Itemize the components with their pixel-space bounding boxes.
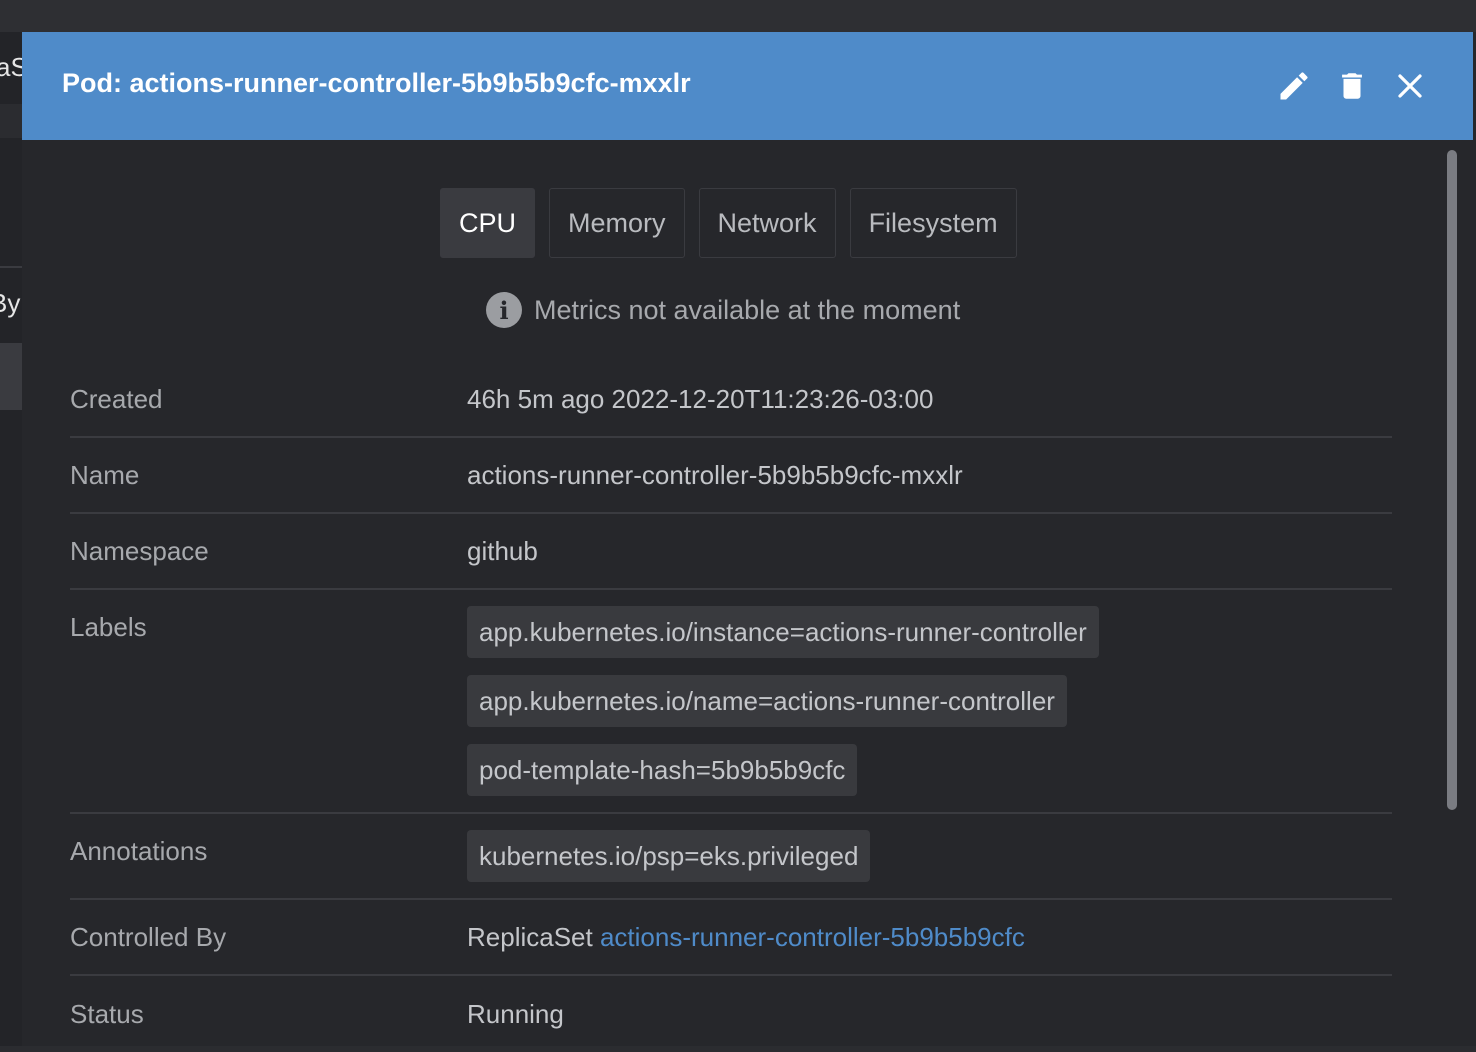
tab-network[interactable]: Network — [698, 188, 836, 258]
labels-key: Labels — [70, 612, 147, 642]
delete-button[interactable] — [1330, 64, 1374, 108]
row-status: Status Running — [70, 976, 1392, 1052]
metrics-tabs: CPU Memory Network Filesystem — [440, 188, 1017, 258]
drawer-title: Pod: actions-runner-controller-5b9b5b9cf… — [62, 68, 691, 98]
close-icon — [1398, 74, 1422, 98]
annotations-key: Annotations — [70, 836, 208, 866]
labels-list: app.kubernetes.io/instance=actions-runne… — [467, 606, 1392, 796]
scrollbar-thumb[interactable] — [1447, 150, 1457, 810]
controller-kind: ReplicaSet — [467, 922, 593, 952]
info-icon: i — [486, 292, 522, 328]
tab-cpu[interactable]: CPU — [440, 188, 536, 258]
row-created: Created 46h 5m ago 2022-12-20T11:23:26-0… — [70, 362, 1392, 438]
label-chip: app.kubernetes.io/instance=actions-runne… — [467, 606, 1099, 658]
tab-memory[interactable]: Memory — [549, 188, 685, 258]
background-selected-row — [0, 343, 22, 410]
trash-icon — [1342, 73, 1362, 99]
metrics-notice-text: Metrics not available at the moment — [534, 294, 961, 325]
name-value: actions-runner-controller-5b9b5b9cfc-mxx… — [467, 460, 963, 490]
namespace-value: github — [467, 536, 538, 566]
annotation-chip: kubernetes.io/psp=eks.privileged — [467, 830, 871, 882]
background-text-fragment: aS — [0, 52, 22, 82]
edit-button[interactable] — [1272, 64, 1316, 108]
background-list-strip: aS By — [0, 32, 22, 1046]
metrics-notice: i Metrics not available at the moment — [486, 292, 960, 328]
name-key: Name — [70, 460, 140, 490]
drawer-header: Pod: actions-runner-controller-5b9b5b9cf… — [22, 32, 1473, 140]
pencil-icon — [1280, 72, 1308, 100]
row-name: Name actions-runner-controller-5b9b5b9cf… — [70, 438, 1392, 514]
created-key: Created — [70, 384, 163, 414]
status-key: Status — [70, 999, 144, 1029]
label-chip: app.kubernetes.io/name=actions-runner-co… — [467, 675, 1067, 727]
row-labels: Labels app.kubernetes.io/instance=action… — [70, 590, 1392, 814]
row-annotations: Annotations kubernetes.io/psp=eks.privil… — [70, 814, 1392, 900]
row-controlled-by: Controlled By ReplicaSet actions-runner-… — [70, 900, 1392, 976]
details-table: Created 46h 5m ago 2022-12-20T11:23:26-0… — [70, 362, 1392, 1052]
background-divider — [0, 266, 22, 268]
pod-details-drawer: Pod: actions-runner-controller-5b9b5b9cf… — [22, 32, 1476, 1046]
controlled-by-key: Controlled By — [70, 922, 227, 952]
status-badge: Running — [467, 999, 564, 1029]
tab-filesystem[interactable]: Filesystem — [849, 188, 1017, 258]
replicaset-link[interactable]: actions-runner-controller-5b9b5b9cfc — [600, 922, 1025, 952]
namespace-key: Namespace — [70, 536, 209, 566]
label-chip: pod-template-hash=5b9b5b9cfc — [467, 744, 858, 796]
background-column-fragment: By — [0, 288, 21, 318]
annotations-list: kubernetes.io/psp=eks.privileged — [467, 830, 1392, 882]
controlled-by-value: ReplicaSet actions-runner-controller-5b9… — [467, 899, 1392, 975]
created-value: 46h 5m ago 2022-12-20T11:23:26-03:00 — [467, 384, 934, 414]
background-header-block — [0, 104, 22, 138]
row-namespace: Namespace github — [70, 514, 1392, 590]
close-button[interactable] — [1388, 64, 1432, 108]
drawer-content: CPU Memory Network Filesystem i Metrics … — [22, 140, 1442, 1046]
